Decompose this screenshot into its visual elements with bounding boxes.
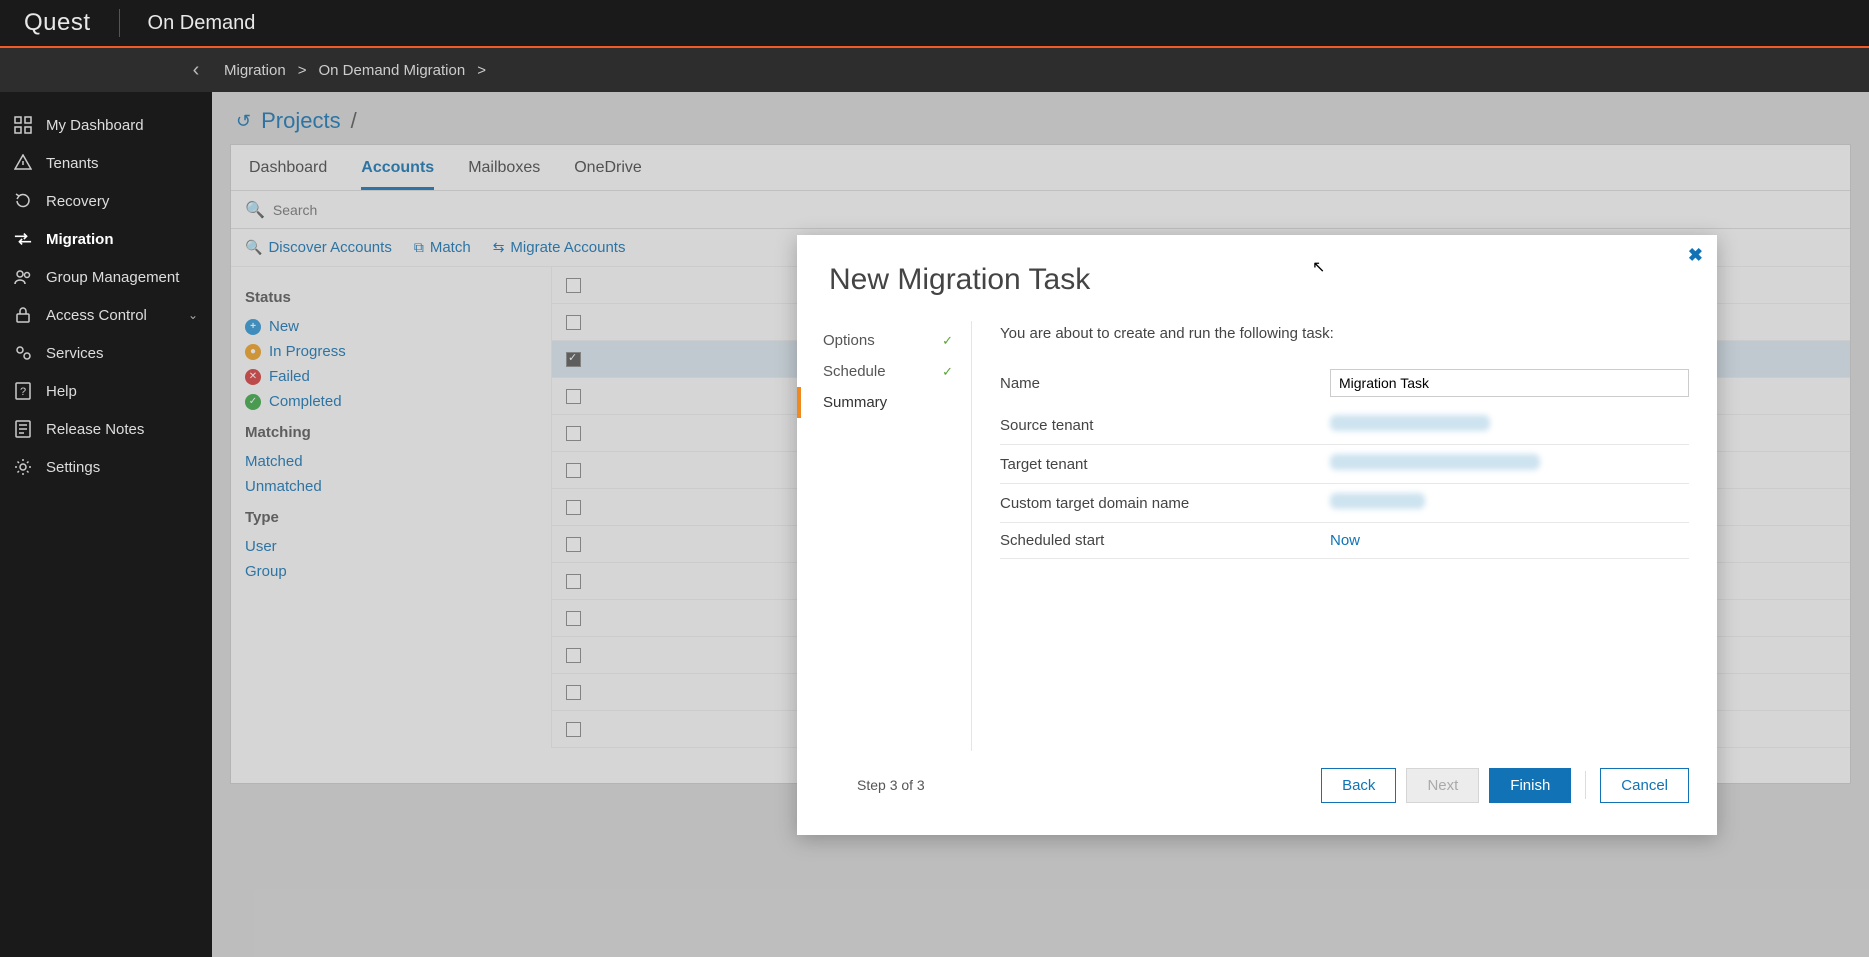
field-label-domain: Custom target domain name (1000, 495, 1330, 512)
breadcrumb-item[interactable]: Migration (224, 62, 286, 79)
step-indicator: Step 3 of 3 (825, 777, 1000, 793)
wizard-step-schedule[interactable]: Schedule✓ (797, 356, 971, 387)
wizard-step-options[interactable]: Options✓ (797, 325, 971, 356)
sidebar-label: My Dashboard (46, 117, 144, 134)
redacted-value (1330, 454, 1540, 470)
breadcrumb-bar: ‹ Migration > On Demand Migration > (0, 48, 1869, 92)
wizard-steps: Options✓ Schedule✓ Summary (797, 321, 972, 751)
gear-icon (14, 458, 32, 476)
sidebar-item-access-control[interactable]: Access Control ⌄ (0, 296, 212, 334)
svg-text:?: ? (20, 386, 26, 398)
sidebar-label: Release Notes (46, 421, 144, 438)
sidebar-item-group-management[interactable]: Group Management (0, 258, 212, 296)
sidebar-label: Access Control (46, 307, 147, 324)
summary-intro-text: You are about to create and run the foll… (1000, 325, 1689, 342)
sidebar-item-recovery[interactable]: Recovery (0, 182, 212, 220)
button-divider (1585, 771, 1586, 799)
modal-title: New Migration Task (797, 235, 1717, 321)
field-label-source: Source tenant (1000, 417, 1330, 434)
field-label-scheduled: Scheduled start (1000, 532, 1330, 549)
close-icon[interactable]: ✖ (1688, 245, 1703, 266)
group-icon (14, 268, 32, 286)
back-button[interactable]: Back (1321, 768, 1396, 803)
services-icon (14, 344, 32, 362)
sidebar-item-release-notes[interactable]: Release Notes (0, 410, 212, 448)
sidebar-label: Tenants (46, 155, 99, 172)
redacted-value (1330, 415, 1490, 431)
sidebar-label: Recovery (46, 193, 109, 210)
wizard-content: You are about to create and run the foll… (972, 321, 1717, 751)
breadcrumb-separator: > (298, 62, 307, 79)
sidebar-label: Migration (46, 231, 114, 248)
top-bar: Quest On Demand (0, 0, 1869, 48)
sidebar-item-services[interactable]: Services (0, 334, 212, 372)
chevron-down-icon: ⌄ (188, 308, 198, 322)
sidebar-item-settings[interactable]: Settings (0, 448, 212, 486)
cursor-icon: ↖ (1312, 257, 1325, 277)
sidebar-item-help[interactable]: ? Help (0, 372, 212, 410)
scheduled-start-value[interactable]: Now (1330, 532, 1360, 549)
quest-logo: Quest (24, 9, 91, 37)
task-name-input[interactable] (1330, 369, 1689, 397)
sidebar-item-tenants[interactable]: Tenants (0, 144, 212, 182)
app-title: On Demand (148, 12, 256, 35)
new-migration-task-modal: ✖ New Migration Task Options✓ Schedule✓ … (797, 235, 1717, 835)
wizard-step-summary[interactable]: Summary (797, 387, 971, 418)
cancel-button[interactable]: Cancel (1600, 768, 1689, 803)
check-icon: ✓ (942, 333, 953, 349)
redacted-value (1330, 493, 1425, 509)
next-button: Next (1406, 768, 1479, 803)
content-area: ↺ Projects / Dashboard Accounts Mailboxe… (212, 92, 1869, 957)
sidebar-label: Help (46, 383, 77, 400)
sidebar-label: Group Management (46, 269, 179, 286)
finish-button[interactable]: Finish (1489, 768, 1571, 803)
sidebar: My Dashboard Tenants Recovery Migration … (0, 92, 212, 957)
help-icon: ? (14, 382, 32, 400)
lock-icon (14, 306, 32, 324)
breadcrumb-separator: > (477, 62, 486, 79)
header-divider (119, 9, 120, 37)
notes-icon (14, 420, 32, 438)
migration-icon (14, 230, 32, 248)
recovery-icon (14, 192, 32, 210)
check-icon: ✓ (942, 364, 953, 380)
sidebar-label: Settings (46, 459, 100, 476)
field-label-name: Name (1000, 375, 1330, 392)
sidebar-label: Services (46, 345, 104, 362)
sidebar-item-dashboard[interactable]: My Dashboard (0, 106, 212, 144)
dashboard-icon (14, 116, 32, 134)
breadcrumb-item[interactable]: On Demand Migration (318, 62, 465, 79)
tenants-icon (14, 154, 32, 172)
field-label-target: Target tenant (1000, 456, 1330, 473)
breadcrumb-back-icon[interactable]: ‹ (180, 59, 212, 82)
sidebar-item-migration[interactable]: Migration (0, 220, 212, 258)
